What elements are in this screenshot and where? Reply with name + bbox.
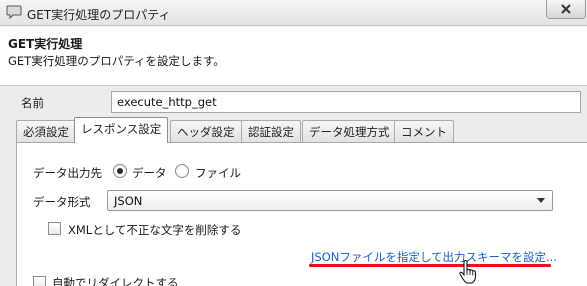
data-format-value: JSON bbox=[114, 194, 143, 208]
window-titlebar: GET実行処理のプロパティ bbox=[0, 0, 587, 26]
output-data-label[interactable]: データ bbox=[132, 165, 167, 181]
header-title: GET実行処理 bbox=[8, 37, 83, 51]
tab-data-processing[interactable]: データ処理方式 bbox=[302, 120, 397, 142]
window-title: GET実行処理のプロパティ bbox=[27, 8, 171, 22]
chevron-down-icon bbox=[537, 198, 545, 203]
output-data-radio[interactable] bbox=[113, 164, 127, 178]
remove-invalid-xml-checkbox[interactable] bbox=[48, 222, 61, 235]
tab-required-settings[interactable]: 必須設定 bbox=[16, 120, 76, 142]
tab-comment[interactable]: コメント bbox=[394, 120, 454, 142]
tab-response-settings[interactable]: レスポンス設定 bbox=[74, 117, 169, 143]
data-format-select[interactable]: JSON bbox=[107, 190, 553, 211]
name-label: 名前 bbox=[21, 96, 44, 110]
header-description: GET実行処理のプロパティを設定します。 bbox=[8, 54, 225, 68]
highlight-underline bbox=[309, 264, 551, 267]
radio-selected-dot bbox=[117, 168, 123, 174]
auto-redirect-label[interactable]: 自動でリダイレクトする bbox=[52, 275, 179, 286]
dialog-header: GET実行処理 GET実行処理のプロパティを設定します。 bbox=[0, 27, 587, 86]
json-schema-link[interactable]: JSONファイルを指定して出力スキーマを設定... bbox=[311, 249, 557, 265]
name-input[interactable] bbox=[111, 91, 581, 113]
remove-invalid-xml-label[interactable]: XMLとして不正な文字を削除する bbox=[68, 222, 241, 238]
speech-bubble-icon bbox=[6, 5, 22, 20]
hand-cursor-icon bbox=[459, 260, 476, 284]
output-file-label[interactable]: ファイル bbox=[195, 165, 241, 181]
output-file-radio[interactable] bbox=[175, 164, 189, 178]
close-button[interactable] bbox=[546, 0, 586, 19]
data-format-label: データ形式 bbox=[33, 195, 91, 209]
tab-auth-settings[interactable]: 認証設定 bbox=[241, 120, 301, 142]
output-destination-label: データ出力先 bbox=[33, 166, 102, 180]
close-icon bbox=[561, 4, 571, 14]
auto-redirect-checkbox[interactable] bbox=[33, 276, 46, 286]
tab-header-settings[interactable]: ヘッダ設定 bbox=[170, 120, 242, 142]
